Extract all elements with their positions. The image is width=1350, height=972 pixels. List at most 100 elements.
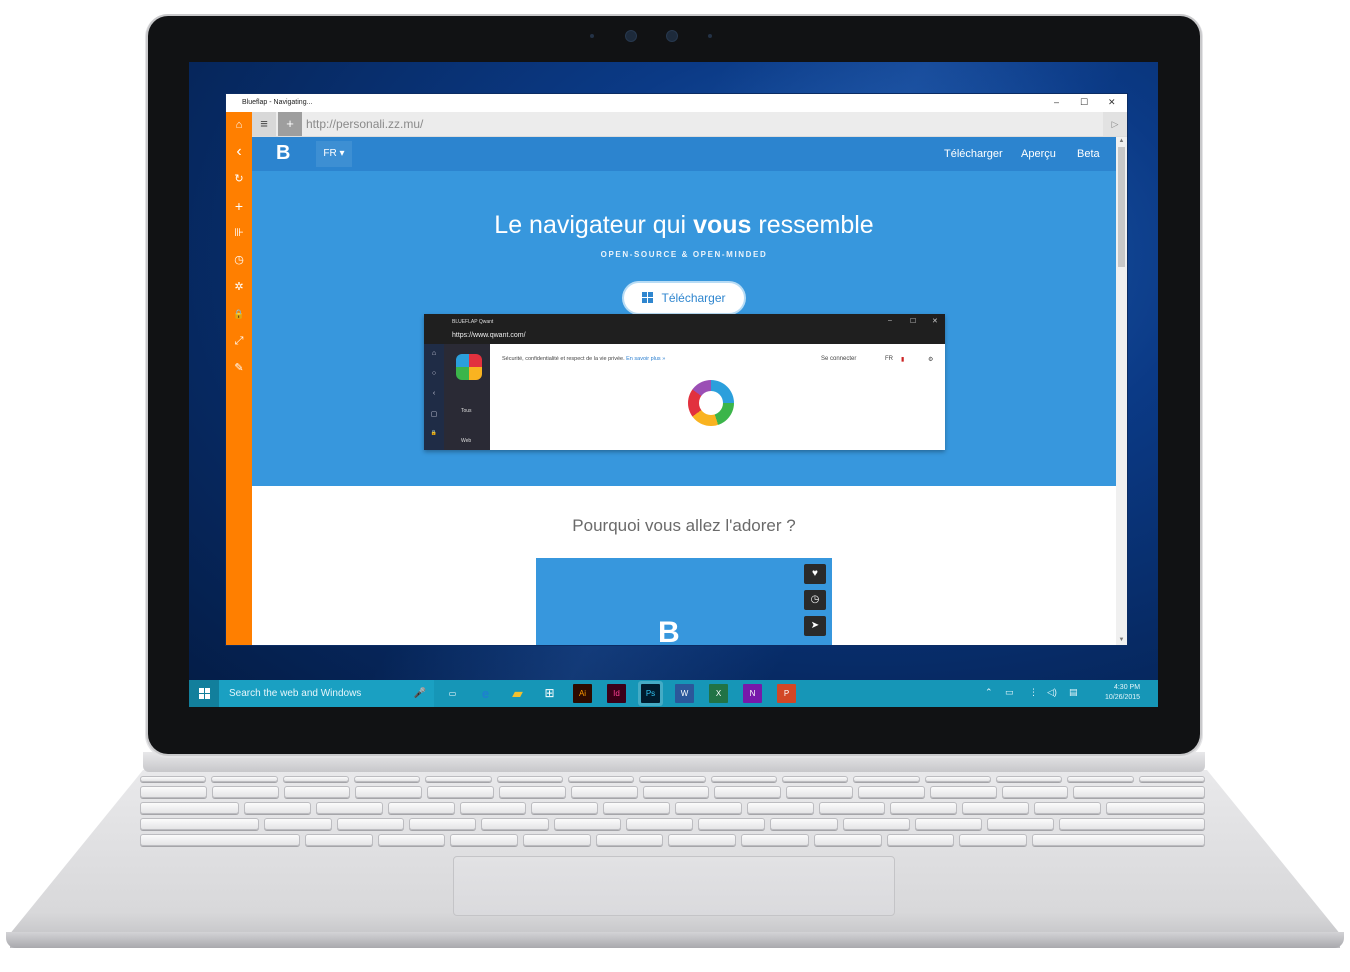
word-icon[interactable]: W: [675, 684, 694, 703]
preview-category-panel: Tous Web: [444, 344, 490, 450]
title-bar: Blueflap - Navigating... – ☐ ✕: [226, 94, 1127, 112]
notes-icon[interactable]: ✎: [226, 358, 252, 378]
nav-preview-link[interactable]: Aperçu: [1021, 148, 1056, 160]
qwant-logo-icon: [456, 354, 482, 380]
trackpad: [453, 856, 895, 916]
hero-section: Le navigateur qui vous ressemble OPEN-SO…: [252, 171, 1116, 486]
preview-close-icon: ✕: [932, 318, 938, 325]
hero-subline: OPEN-SOURCE & OPEN-MINDED: [600, 250, 768, 259]
preview-home-icon: ⌂: [431, 350, 437, 357]
edge-icon[interactable]: e: [476, 684, 495, 703]
scroll-thumb[interactable]: [1118, 147, 1125, 267]
preview-back-icon: ‹: [432, 390, 436, 397]
sensor-icon: [590, 34, 594, 38]
menu-button[interactable]: ≡: [252, 112, 276, 136]
flag-icon: ▮: [901, 357, 905, 363]
home-icon[interactable]: ⌂: [226, 115, 252, 135]
preview-circle-icon: ○: [431, 370, 437, 377]
features-title: Pourquoi vous allez l'adorer ?: [572, 516, 796, 535]
site-navbar: B FR ▾ Télécharger Aperçu Beta: [252, 137, 1116, 171]
indesign-icon[interactable]: Id: [607, 684, 626, 703]
site-logo[interactable]: B: [276, 143, 296, 163]
address-bar: ≡ + http://personali.zz.mu/ ▷: [252, 112, 1127, 137]
preview-category-web: Web: [461, 438, 472, 444]
nav-download-link[interactable]: Télécharger: [944, 148, 1003, 160]
sensor-icon: [708, 34, 712, 38]
scroll-up-icon[interactable]: ▲: [1116, 137, 1127, 146]
battery-icon[interactable]: ▭: [1005, 687, 1014, 698]
search-box[interactable]: Search the web and Windows 🎤: [219, 680, 434, 707]
clock-icon[interactable]: ◷: [804, 590, 826, 610]
file-explorer-icon[interactable]: ▰: [508, 684, 527, 703]
preview-sidebar: ⌂ ○ ‹ ▢ 🔒: [424, 344, 444, 450]
new-tab-button[interactable]: +: [278, 112, 302, 136]
preview-url: https://www.qwant.com/: [452, 332, 526, 339]
settings-icon[interactable]: ✲: [226, 277, 252, 297]
preview-lang: FR: [885, 356, 893, 362]
clock-time: 4:30 PM: [1113, 684, 1141, 691]
preview-maximize-icon: ☐: [910, 318, 917, 325]
notifications-icon[interactable]: ▤: [1069, 687, 1078, 698]
scroll-down-icon[interactable]: ▼: [1116, 636, 1127, 645]
powerpoint-icon[interactable]: P: [777, 684, 796, 703]
system-clock[interactable]: 4:30 PM 10/26/2015: [1105, 683, 1140, 703]
preview-connect: Se connecter: [821, 356, 857, 362]
page-viewport: B FR ▾ Télécharger Aperçu Beta Le naviga…: [252, 137, 1116, 645]
preview-category-all: Tous: [461, 408, 472, 414]
windows-start-icon: [199, 688, 210, 699]
add-icon[interactable]: +: [226, 196, 252, 216]
microphone-icon[interactable]: 🎤: [414, 680, 426, 707]
sidebar: ⌂ ‹ ↻ + ⊪ ◷ ✲ 🔒 ⤢ ✎: [226, 112, 252, 645]
heart-icon[interactable]: ♥: [804, 564, 826, 584]
preview-message: Sécurité, confidentialité et respect de …: [502, 356, 666, 362]
download-button[interactable]: Télécharger: [624, 283, 744, 313]
feature-card: ♥ ◷ ➤ B: [536, 558, 832, 645]
network-icon[interactable]: ⋮: [1029, 687, 1038, 698]
camera-icon: [666, 30, 678, 42]
nav-beta-link[interactable]: Beta: [1077, 148, 1100, 160]
onenote-icon[interactable]: N: [743, 684, 762, 703]
fullscreen-icon[interactable]: ⤢: [226, 331, 252, 351]
preview-minimize-icon: –: [888, 317, 892, 324]
search-placeholder: Search the web and Windows: [229, 688, 362, 699]
go-button[interactable]: ▷: [1103, 112, 1127, 136]
qwant-big-logo-icon: [688, 380, 734, 426]
card-logo: B: [658, 616, 680, 645]
page-scrollbar[interactable]: ▲ ▼: [1116, 137, 1127, 645]
lock-icon[interactable]: 🔒: [226, 304, 252, 324]
url-input[interactable]: http://personali.zz.mu/: [306, 117, 423, 131]
close-button[interactable]: ✕: [1108, 97, 1116, 108]
window-title: Blueflap - Navigating...: [242, 99, 313, 106]
start-button[interactable]: [189, 680, 219, 707]
preview-title: BLUEFLAP Qwant: [452, 319, 494, 325]
illustrator-icon[interactable]: Ai: [573, 684, 592, 703]
laptop-deck-edge: [6, 932, 1344, 948]
photoshop-icon[interactable]: Ps: [641, 684, 660, 703]
browser-window: Blueflap - Navigating... – ☐ ✕ ⌂ ‹ ↻ + ⊪…: [226, 94, 1127, 645]
camera-icon: [625, 30, 637, 42]
browser-preview-screenshot: BLUEFLAP Qwant https://www.qwant.com/ – …: [424, 314, 945, 450]
history-icon[interactable]: ◷: [226, 250, 252, 270]
windows-icon: [642, 292, 654, 303]
minimize-button[interactable]: –: [1054, 97, 1059, 107]
maximize-button[interactable]: ☐: [1080, 97, 1088, 108]
refresh-icon[interactable]: ↻: [226, 169, 252, 189]
hero-headline: Le navigateur qui vous ressemble: [494, 211, 874, 239]
preview-lock-icon: 🔒: [430, 430, 438, 436]
preview-title-bar: BLUEFLAP Qwant https://www.qwant.com/ – …: [424, 314, 945, 344]
back-icon[interactable]: ‹: [226, 142, 252, 162]
excel-icon[interactable]: X: [709, 684, 728, 703]
task-view-icon[interactable]: ▭: [443, 684, 462, 703]
send-icon[interactable]: ➤: [804, 616, 826, 636]
split-icon[interactable]: ⊪: [226, 223, 252, 243]
preview-settings-icon: ⚙: [928, 357, 934, 363]
keyboard: [140, 776, 1206, 848]
clock-date: 10/26/2015: [1105, 694, 1141, 701]
volume-icon[interactable]: ◁): [1047, 687, 1057, 698]
tray-chevron-icon[interactable]: ⌃: [985, 687, 993, 698]
language-select[interactable]: FR ▾: [316, 141, 352, 167]
features-section: Pourquoi vous allez l'adorer ? ♥ ◷ ➤ B: [252, 486, 1116, 645]
laptop-hinge: [143, 752, 1205, 772]
store-icon[interactable]: ⊞: [540, 684, 559, 703]
preview-tab-icon: ▢: [430, 411, 438, 418]
